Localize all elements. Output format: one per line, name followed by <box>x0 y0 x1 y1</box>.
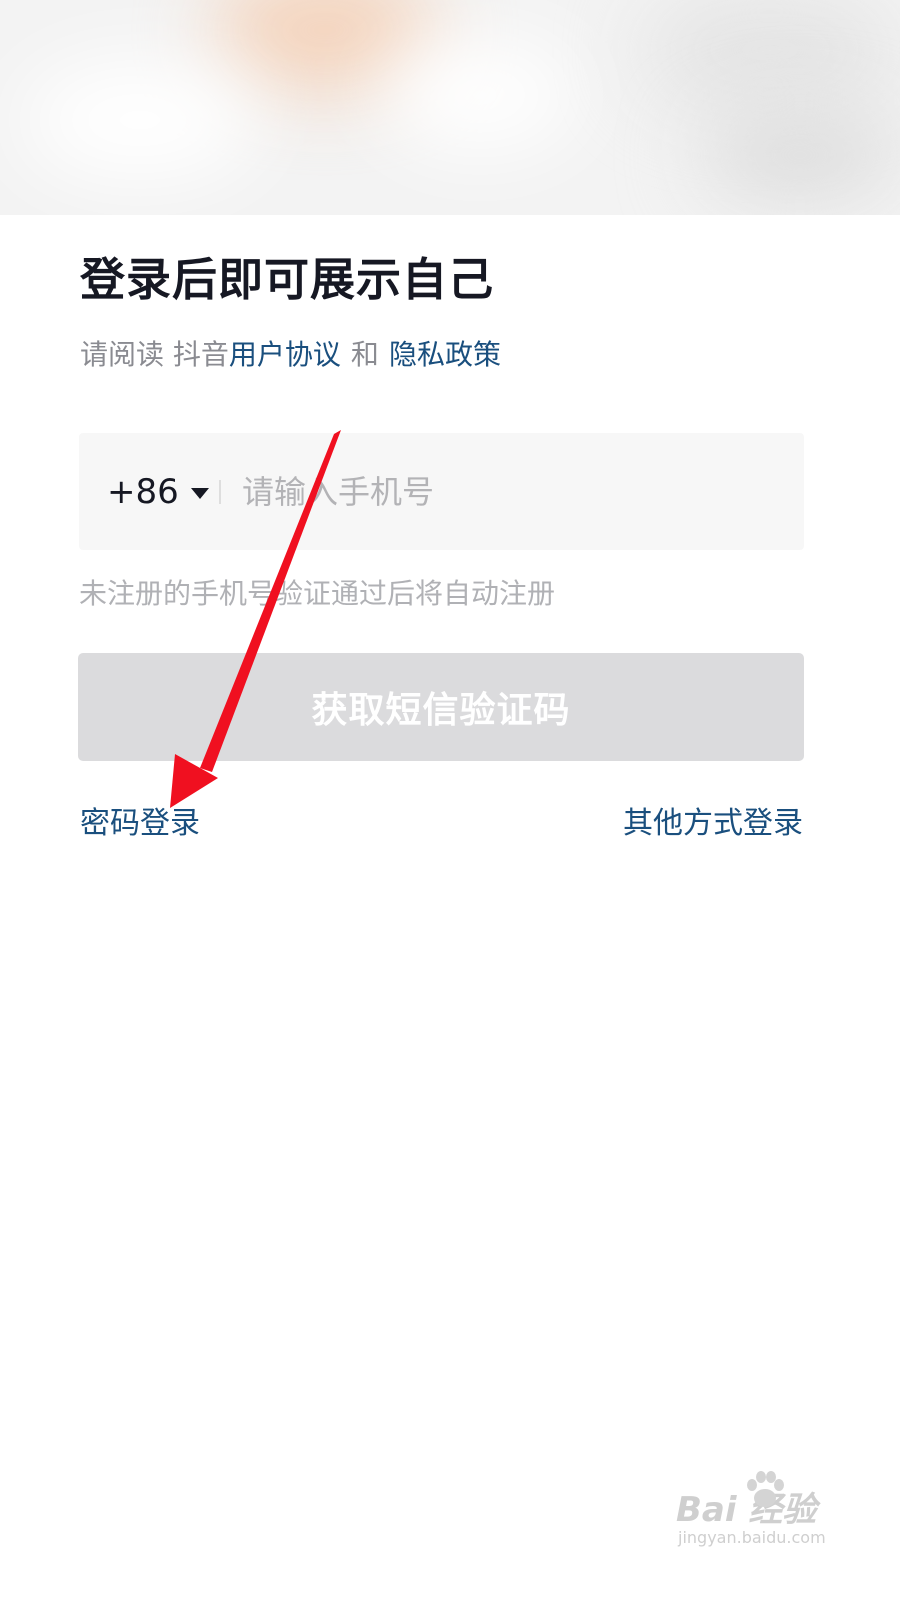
other-login-methods-link[interactable]: 其他方式登录 <box>623 803 803 845</box>
auto-register-hint: 未注册的手机号验证通过后将自动注册 <box>79 577 556 610</box>
blur-blob <box>700 110 900 200</box>
user-agreement-link[interactable]: 用户协议 <box>229 338 341 371</box>
blur-blob <box>20 60 260 180</box>
arrow-head <box>170 754 218 808</box>
agreement-conjunction: 和 <box>350 338 379 371</box>
blurred-header-background <box>0 0 900 215</box>
watermark-url: jingyan.baidu.com <box>678 1528 826 1547</box>
caret-down-icon <box>190 487 209 499</box>
agreement-line: 请阅读 抖音用户协议和隐私政策 <box>80 335 501 375</box>
country-code-selector[interactable]: +86 <box>107 470 209 514</box>
country-code-label: +86 <box>107 472 179 512</box>
get-sms-code-button[interactable]: 获取短信验证码 <box>78 653 804 761</box>
agreement-prefix: 请阅读 抖音 <box>80 338 229 371</box>
red-arrow-annotation <box>170 430 341 808</box>
phone-input[interactable] <box>242 463 762 521</box>
phone-number-field[interactable]: +86 <box>79 433 804 550</box>
password-login-link[interactable]: 密码登录 <box>80 803 200 845</box>
baidu-jingyan-watermark: Bai 经验 jingyan.baidu.com <box>676 1468 846 1558</box>
paw-icon <box>747 1471 784 1507</box>
field-divider <box>219 480 221 504</box>
page-title: 登录后即可展示自己 <box>80 253 495 306</box>
blur-blob <box>380 40 580 150</box>
blur-blob <box>640 0 900 110</box>
privacy-policy-link[interactable]: 隐私政策 <box>389 338 501 371</box>
